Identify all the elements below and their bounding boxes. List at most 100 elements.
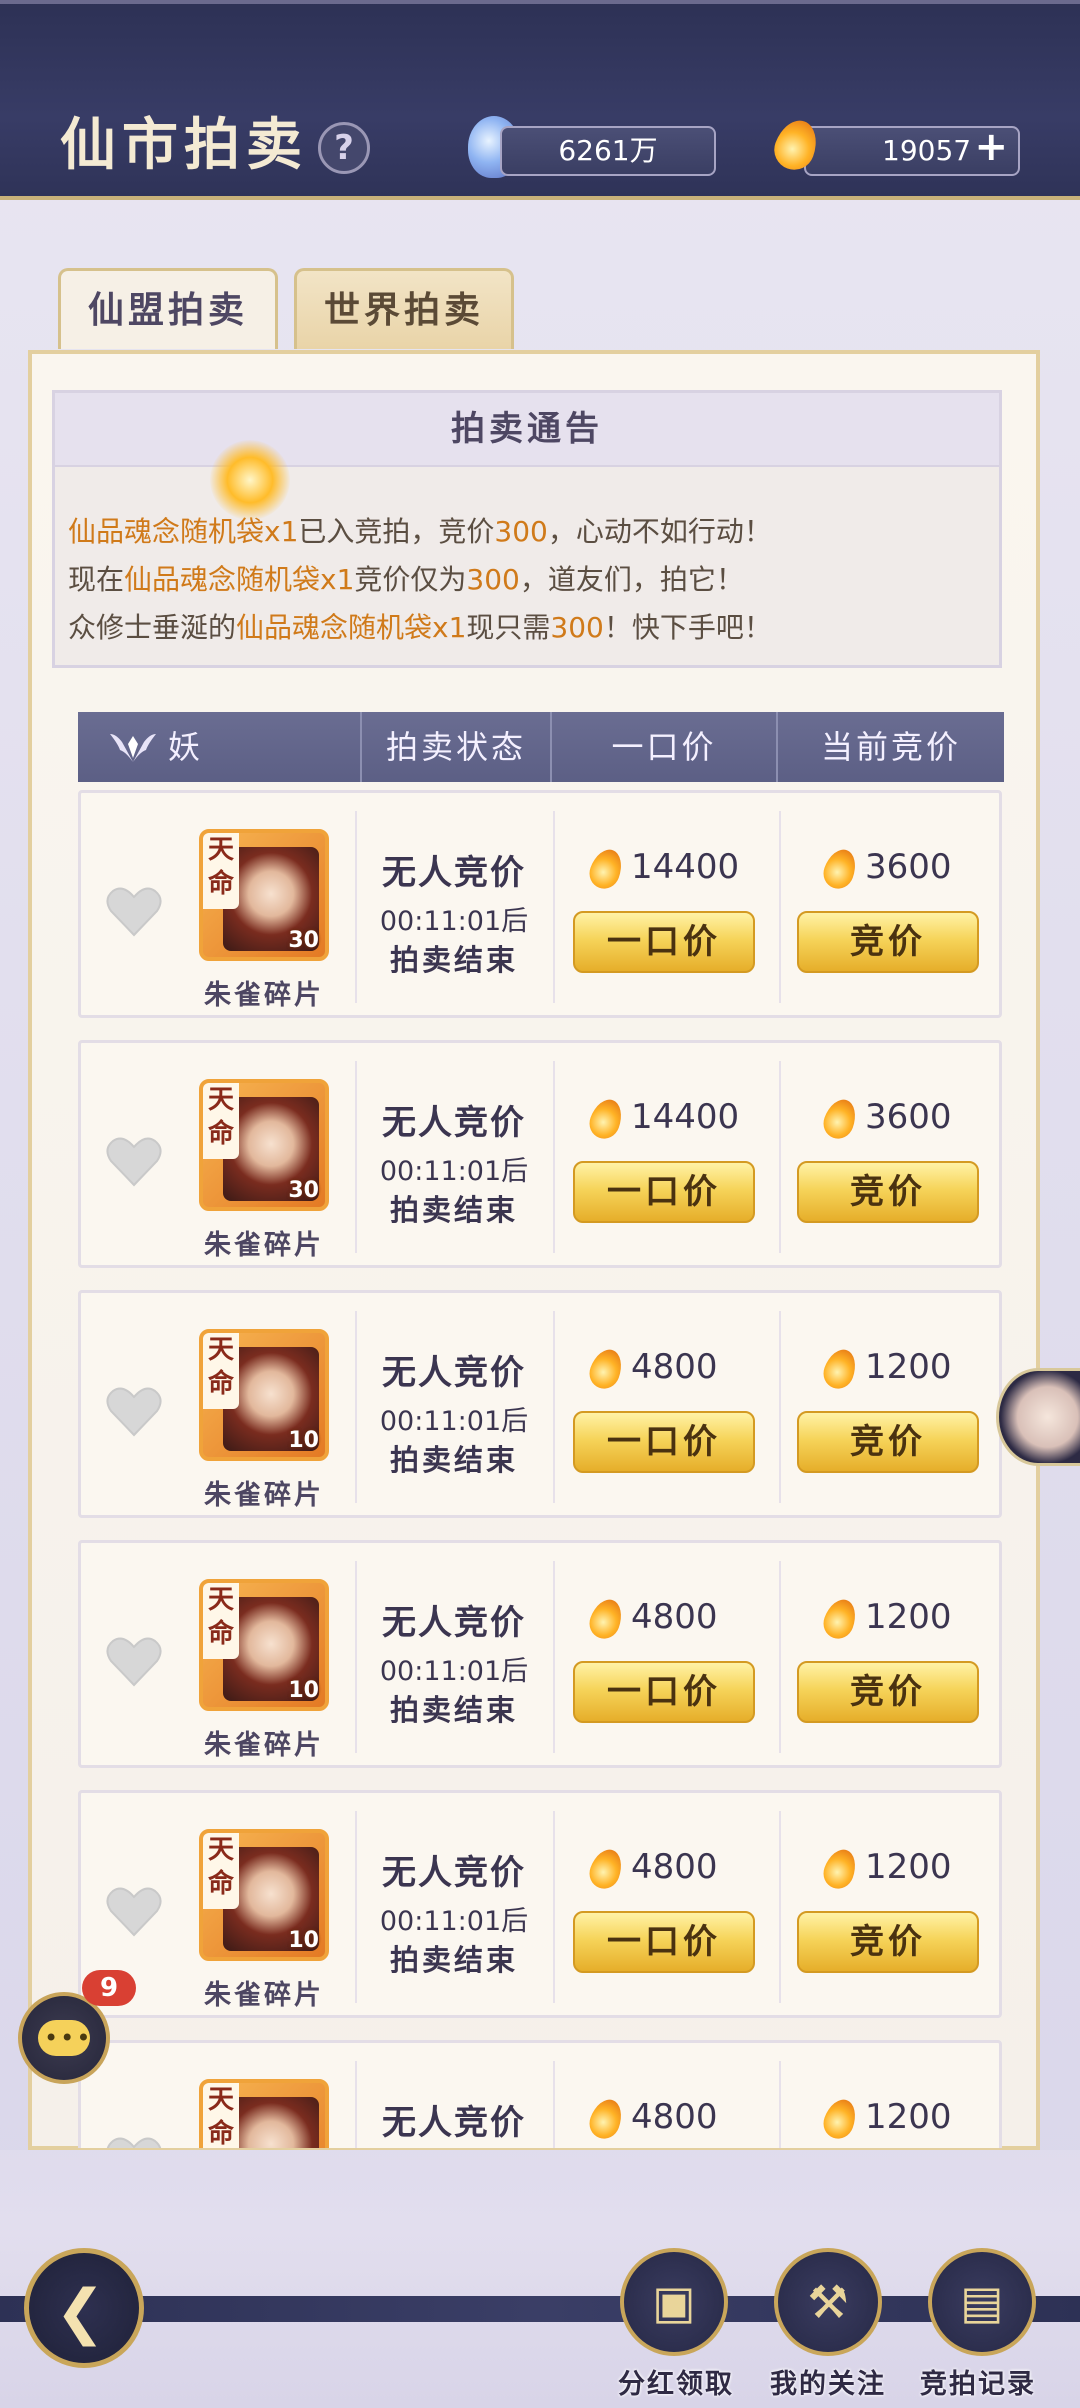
my-follows-label: 我的关注: [770, 2369, 886, 2400]
current-bid-price: 1200: [819, 1341, 952, 1393]
auction-status: 无人竞价: [382, 1103, 526, 1143]
bid-button[interactable]: 竞价: [797, 1661, 979, 1723]
tab-alliance-auction[interactable]: 仙盟拍卖: [58, 268, 278, 349]
bottom-ribbon: [0, 2296, 1080, 2322]
auction-time: 00:11:01后: [379, 906, 529, 937]
bid-button[interactable]: 竞价: [797, 1911, 979, 1973]
heart-follow-icon[interactable]: [105, 2135, 163, 2148]
auction-status: 无人竞价: [382, 853, 526, 893]
item-quantity: 30: [288, 1178, 319, 1203]
auction-end-label: 拍卖结束: [389, 1193, 518, 1227]
header-buyout: 一口价: [611, 728, 717, 766]
table-row: 天命 10 朱雀碎片 无人竞价 00:11:01后 拍卖结束 4800 一口价 …: [78, 1790, 1002, 2018]
item-tag: 天命: [203, 833, 239, 909]
top-bar: 仙市拍卖 ? 6261万 19057 +: [0, 0, 1080, 200]
my-follows-button[interactable]: ⚒: [774, 2248, 882, 2356]
auction-end-label: 拍卖结束: [389, 1693, 518, 1727]
bid-value: 3600: [865, 1097, 952, 1137]
item-name: 朱雀碎片: [204, 1980, 324, 2011]
heart-follow-icon[interactable]: [105, 885, 163, 939]
item-card[interactable]: 天命 10: [199, 1329, 329, 1461]
notice-line-2: 现在仙品魂念随机袋x1竞价仅为300，道友们，拍它！: [68, 563, 744, 596]
chat-button[interactable]: •••: [18, 1992, 110, 2084]
buyout-value: 4800: [631, 1847, 718, 1887]
tab-world-auction[interactable]: 世界拍卖: [294, 268, 514, 349]
item-card[interactable]: 天命 10: [199, 1579, 329, 1711]
buyout-value: 4800: [631, 1347, 718, 1387]
header-current-bid: 当前竞价: [820, 728, 961, 766]
current-bid-price: 1200: [819, 1841, 952, 1893]
item-quantity: 10: [288, 1928, 319, 1953]
buyout-price: 14400: [585, 841, 740, 893]
auction-time: 00:11:01后: [379, 1656, 529, 1687]
buyout-button[interactable]: 一口价: [573, 1161, 755, 1223]
add-currency-button[interactable]: +: [974, 124, 1008, 170]
gold-flame-icon: [819, 1594, 861, 1643]
auction-list[interactable]: 天命 30 朱雀碎片 无人竞价 00:11:01后 拍卖结束 14400 一口价…: [0, 790, 1080, 2148]
item-quantity: 10: [288, 1428, 319, 1453]
item-card[interactable]: 天命 30: [199, 829, 329, 961]
auction-end-label: 拍卖结束: [389, 1443, 518, 1477]
bid-button[interactable]: 竞价: [797, 1161, 979, 1223]
buyout-button[interactable]: 一口价: [573, 1411, 755, 1473]
heart-follow-icon[interactable]: [105, 1135, 163, 1189]
item-card[interactable]: 天命 30: [199, 1079, 329, 1211]
heart-follow-icon[interactable]: [105, 1385, 163, 1439]
buyout-value: 4800: [631, 2097, 718, 2137]
auction-status: 无人竞价: [382, 1853, 526, 1893]
buyout-button[interactable]: 一口价: [573, 1911, 755, 1973]
gold-currency-box: 19057 +: [804, 124, 1020, 176]
bid-records-button[interactable]: ▤: [928, 2248, 1036, 2356]
side-character-avatar[interactable]: [996, 1368, 1080, 1466]
table-row: 天命 30 朱雀碎片 无人竞价 00:11:01后 拍卖结束 14400 一口价…: [78, 1040, 1002, 1268]
item-quantity: 10: [288, 1678, 319, 1703]
bid-button[interactable]: 竞价: [797, 1411, 979, 1473]
table-row: 天命 10 朱雀碎片 无人竞价 00:11:01后 拍卖结束 4800 一口价 …: [78, 1290, 1002, 1518]
gold-flame-icon: [819, 2094, 861, 2143]
chat-dots: •••: [44, 2024, 93, 2052]
heart-follow-icon[interactable]: [105, 1635, 163, 1689]
auction-status: 无人竞价: [382, 1603, 526, 1643]
help-icon[interactable]: ?: [318, 122, 370, 174]
item-card[interactable]: 天命 10: [199, 2079, 329, 2148]
auction-time: 00:11:01后: [379, 1906, 529, 1937]
bid-value: 1200: [865, 1597, 952, 1637]
gold-flame-icon: [819, 1094, 861, 1143]
item-quantity: 30: [288, 928, 319, 953]
item-tag: 天命: [203, 2083, 239, 2148]
bid-button[interactable]: 竞价: [797, 911, 979, 973]
item-name: 朱雀碎片: [204, 1230, 324, 1261]
current-bid-price: 1200: [819, 1591, 952, 1643]
item-tag: 天命: [203, 1833, 239, 1909]
buyout-value: 14400: [631, 847, 740, 887]
header-yaoling: 妖灵: [168, 728, 204, 836]
buyout-button[interactable]: 一口价: [573, 1661, 755, 1723]
bid-value: 1200: [865, 1847, 952, 1887]
sparkle-effect: [210, 440, 290, 520]
auction-status: 无人竞价: [382, 1353, 526, 1393]
item-name: 朱雀碎片: [204, 980, 324, 1011]
item-name: 朱雀碎片: [204, 1730, 324, 1761]
item-tag: 天命: [203, 1083, 239, 1159]
current-bid-price: 3600: [819, 841, 952, 893]
item-card[interactable]: 天命 10: [199, 1829, 329, 1961]
heart-follow-icon[interactable]: [105, 1885, 163, 1939]
dividend-claim-label: 分红领取: [618, 2369, 734, 2400]
buyout-button[interactable]: 一口价: [573, 911, 755, 973]
gold-flame-icon: [585, 844, 627, 893]
current-bid-price: 1200: [819, 2091, 952, 2143]
chat-unread-badge: 9: [82, 1970, 136, 2006]
auction-end-label: 拍卖结束: [389, 1943, 518, 1977]
gold-flame-icon: [819, 844, 861, 893]
gold-flame-icon: [585, 1344, 627, 1393]
buyout-price: 4800: [585, 1341, 718, 1393]
auction-end-label: 拍卖结束: [389, 943, 518, 977]
table-row: 天命 30 朱雀碎片 无人竞价 00:11:01后 拍卖结束 14400 一口价…: [78, 790, 1002, 1018]
item-tag: 天命: [203, 1333, 239, 1409]
buyout-price: 4800: [585, 1591, 718, 1643]
item-name: 朱雀碎片: [204, 1480, 324, 1511]
gold-flame-icon: [819, 1344, 861, 1393]
dividend-claim-button[interactable]: ▣: [620, 2248, 728, 2356]
back-button[interactable]: ❮: [24, 2248, 144, 2368]
table-header: 妖灵 拍卖状态 一口价 当前竞价: [78, 712, 1004, 836]
